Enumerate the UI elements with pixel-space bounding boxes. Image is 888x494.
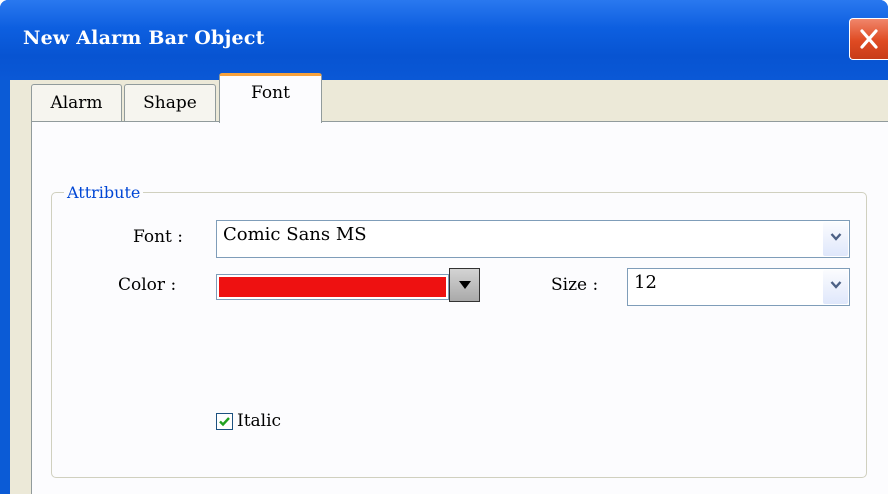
tab-font[interactable]: Font (219, 73, 322, 123)
color-label: Color : (118, 275, 177, 295)
font-dropdown-button[interactable] (823, 222, 848, 256)
color-swatch-fill (219, 277, 446, 297)
font-select[interactable]: Comic Sans MS (216, 220, 850, 258)
title-bar[interactable]: New Alarm Bar Object (0, 0, 888, 80)
italic-label[interactable]: Italic (237, 411, 281, 431)
font-label: Font : (133, 227, 184, 247)
window-title: New Alarm Bar Object (23, 27, 265, 49)
chevron-down-icon (830, 233, 842, 241)
color-swatch[interactable] (216, 274, 449, 300)
size-dropdown-button[interactable] (823, 270, 848, 304)
dialog-window: New Alarm Bar Object Alarm Shape Font At… (0, 0, 888, 494)
chevron-down-icon (830, 281, 842, 289)
italic-checkbox[interactable] (216, 413, 233, 430)
size-select[interactable]: 12 (627, 268, 850, 306)
size-label: Size : (551, 275, 599, 295)
attribute-group-title: Attribute (64, 183, 144, 202)
color-picker-button[interactable] (449, 268, 480, 302)
checkmark-icon (219, 417, 230, 427)
size-select-value: 12 (634, 272, 657, 293)
triangle-down-icon (459, 281, 471, 289)
tab-panel-font: Attribute Font : Comic Sans MS Color : S… (31, 121, 888, 494)
tab-alarm[interactable]: Alarm (31, 84, 122, 122)
dialog-client-area: Alarm Shape Font Attribute Font : Comic … (10, 73, 888, 494)
close-icon (860, 29, 878, 49)
close-button[interactable] (849, 18, 888, 60)
font-select-value: Comic Sans MS (223, 224, 367, 245)
tab-shape[interactable]: Shape (124, 84, 216, 122)
